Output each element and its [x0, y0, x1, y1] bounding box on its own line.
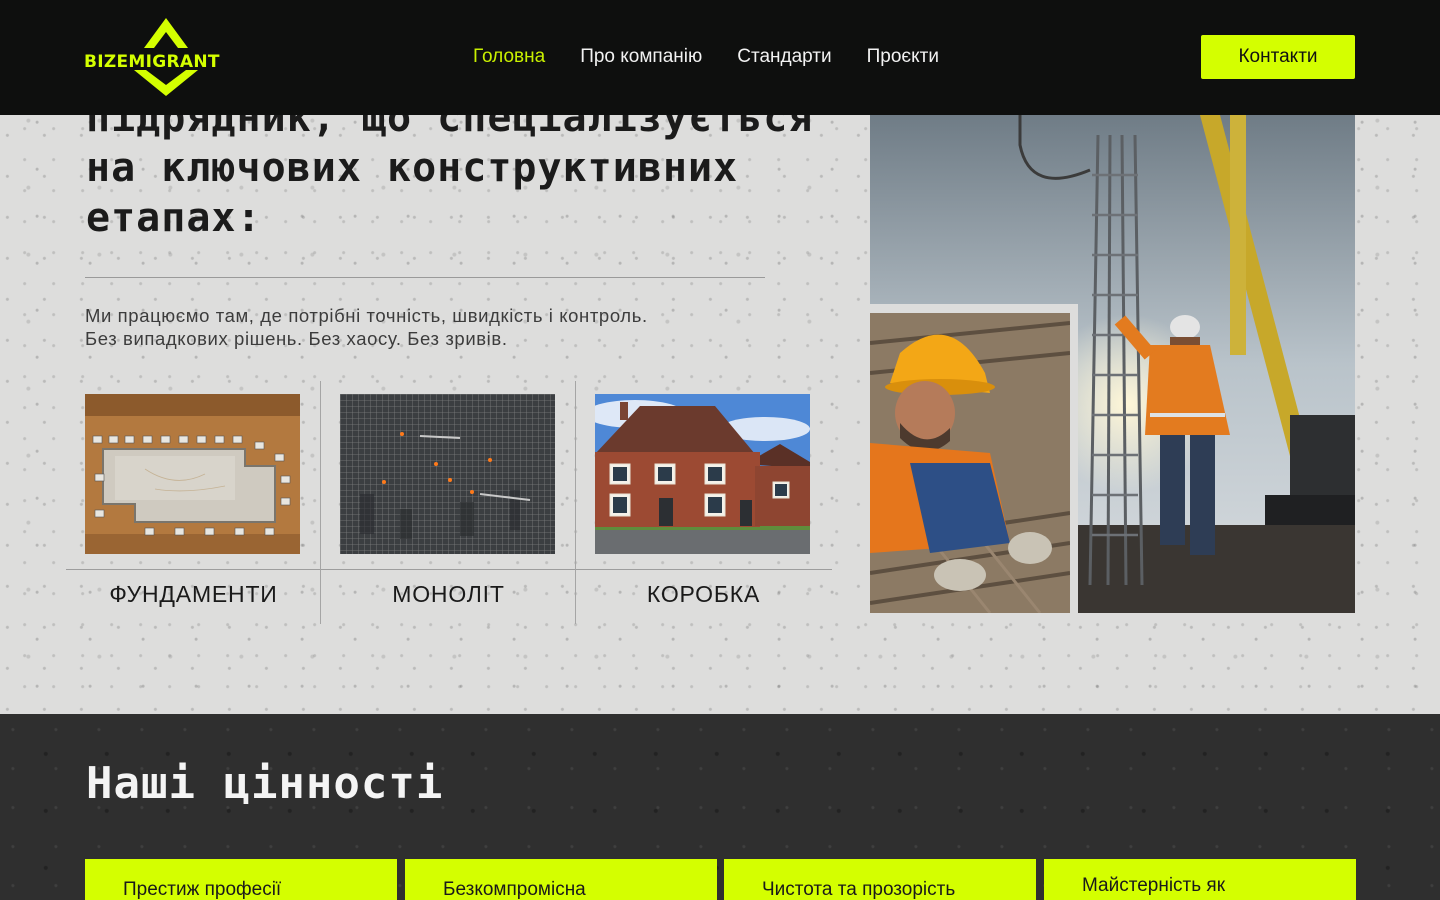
stage-card-foundations[interactable]: ФУНДАМЕНТИ — [66, 381, 321, 624]
nav-item-about[interactable]: Про компанію — [580, 44, 702, 70]
worker-photo-frame — [862, 304, 1078, 622]
hero-description-line: Без випадкових рішень. Без хаосу. Без зр… — [85, 328, 508, 349]
logo-text: BIZEMIGRANT — [84, 52, 220, 72]
values-section: Наші цінності Престиж професії Безкомпро… — [0, 714, 1440, 900]
nav-item-projects[interactable]: Проєкти — [867, 44, 939, 70]
hero-description-line: Ми працюємо там, де потрібні точність, ш… — [85, 305, 648, 326]
value-card-title: Майстерність як — [1082, 875, 1226, 896]
hero-title-line: етапах: — [86, 195, 262, 241]
value-card-title: Престиж професії — [123, 879, 282, 900]
rebar-grid-image — [340, 394, 555, 554]
nav-item-home[interactable]: Головна — [473, 44, 545, 70]
nav-item-standards[interactable]: Стандарти — [737, 44, 831, 70]
worker-tying-rebar-photo — [870, 313, 1070, 613]
value-card-title: Безкомпромісна — [443, 879, 586, 900]
stages-grid: ФУНДАМЕНТИ МОНОЛІТ КОРОБКА — [66, 381, 832, 624]
value-card[interactable]: Майстерність як — [1044, 859, 1356, 900]
brick-house-image — [595, 394, 810, 554]
hero-title: підрядник, що спеціалізується на ключови… — [86, 93, 812, 243]
site-header: BIZEMIGRANT Головна Про компанію Стандар… — [0, 0, 1440, 115]
stage-card-monolith[interactable]: МОНОЛІТ — [321, 381, 576, 624]
values-title: Наші цінності — [86, 758, 444, 809]
value-card[interactable]: Престиж професії — [85, 859, 397, 900]
hero-description: Ми працюємо там, де потрібні точність, ш… — [85, 304, 785, 350]
hero-divider — [85, 277, 765, 278]
contacts-button[interactable]: Контакти — [1201, 35, 1355, 79]
brand-logo[interactable]: BIZEMIGRANT — [84, 18, 252, 96]
hero-title-line: на ключових конструктивних — [86, 145, 739, 191]
foundation-aerial-image — [85, 394, 300, 554]
stage-card-box[interactable]: КОРОБКА — [576, 381, 831, 624]
stage-label: КОРОБКА — [646, 581, 761, 607]
value-card[interactable]: Чистота та прозорість — [724, 859, 1036, 900]
stage-label: МОНОЛІТ — [392, 581, 505, 607]
value-card[interactable]: Безкомпромісна — [405, 859, 717, 900]
value-card-title: Чистота та прозорість — [762, 879, 956, 900]
stage-label: ФУНДАМЕНТИ — [109, 581, 278, 607]
main-nav: Головна Про компанію Стандарти Проєкти — [473, 44, 939, 70]
